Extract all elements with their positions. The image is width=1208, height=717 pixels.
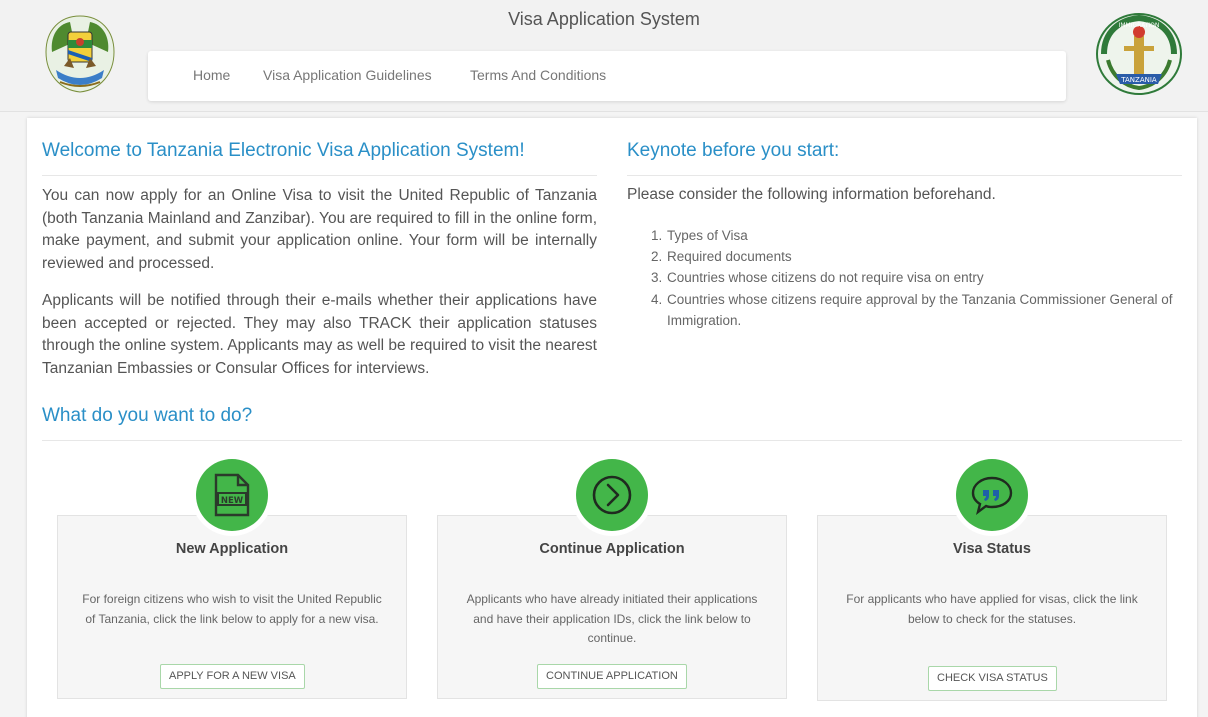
card-title: New Application [175, 541, 289, 557]
new-document-icon[interactable]: NEW [196, 459, 268, 531]
welcome-paragraph-2: Applicants will be notified through thei… [42, 292, 597, 377]
arrow-right-circle-icon[interactable] [576, 459, 648, 531]
nav-visa-guidelines[interactable]: Visa Application Guidelines [263, 67, 432, 83]
check-visa-status-button[interactable]: CHECK VISA STATUS [928, 666, 1057, 691]
keynote-divider [627, 175, 1182, 176]
keynote-title: Keynote before you start: [627, 140, 840, 161]
immigration-emblem-icon[interactable]: TANZANIA IMMIGRATION [1094, 12, 1184, 96]
list-item: 1. Types of Visa [651, 225, 1187, 246]
list-item-number: 2. [651, 249, 663, 265]
site-title: Visa Application System [508, 9, 700, 29]
keynote-lead: Please consider the following informatio… [627, 186, 996, 203]
emblem-label-tanzania: TANZANIA [1120, 76, 1157, 84]
main-content: Welcome to Tanzania Electronic Visa Appl… [27, 118, 1197, 717]
continue-application-card: Continue Application Applicants who have… [437, 515, 787, 699]
card-description: For applicants who have applied for visa… [846, 592, 1138, 626]
visa-status-card: Visa Status For applicants who have appl… [817, 515, 1167, 701]
card-title: Visa Status [953, 541, 1031, 557]
list-item-number: 4. [651, 291, 663, 307]
actions-divider [42, 440, 1182, 441]
continue-application-icon-wrap [571, 454, 653, 536]
welcome-title: Welcome to Tanzania Electronic Visa Appl… [42, 140, 525, 161]
nav-home[interactable]: Home [193, 67, 230, 83]
site-header: Visa Application System Home Visa Applic… [0, 0, 1208, 112]
quote-bubble-icon[interactable] [956, 459, 1028, 531]
svg-text:NEW: NEW [221, 496, 244, 506]
actions-title: What do you want to do? [42, 405, 253, 426]
list-item-number: 1. [651, 228, 663, 243]
welcome-paragraph-1: You can now apply for an Online Visa to … [42, 187, 597, 272]
continue-application-button[interactable]: CONTINUE APPLICATION [537, 664, 687, 689]
emblem-label-immigration: IMMIGRATION [1119, 22, 1160, 29]
list-item-text: Countries whose citizens do not require … [667, 270, 984, 286]
card-description: For foreign citizens who wish to visit t… [82, 592, 382, 626]
list-item: 4. Countries whose citizens require appro… [651, 289, 1187, 331]
list-item-number: 3. [651, 270, 663, 286]
list-item-text: Types of Visa [667, 228, 748, 243]
nav-terms[interactable]: Terms And Conditions [470, 67, 606, 83]
main-navbar: Home Visa Application Guidelines Terms A… [148, 51, 1066, 101]
keynote-list: 1. Types of Visa 2. Required documents 3. C… [651, 225, 1187, 331]
new-application-icon-wrap: NEW [191, 454, 273, 536]
card-description: Applicants who have already initiated th… [466, 592, 758, 645]
visa-status-icon-wrap [951, 454, 1033, 536]
new-application-card: New Application For foreign citizens who… [57, 515, 407, 699]
list-item-text: Required documents [667, 249, 792, 265]
welcome-divider [42, 175, 597, 176]
card-title: Continue Application [539, 541, 685, 557]
list-item: 2. Required documents [651, 246, 1187, 267]
apply-new-visa-button[interactable]: APPLY FOR A NEW VISA [160, 664, 305, 689]
list-item-text: Countries whose citizens require approva… [667, 291, 1173, 328]
list-item: 3. Countries whose citizens do not requir… [651, 267, 1187, 288]
